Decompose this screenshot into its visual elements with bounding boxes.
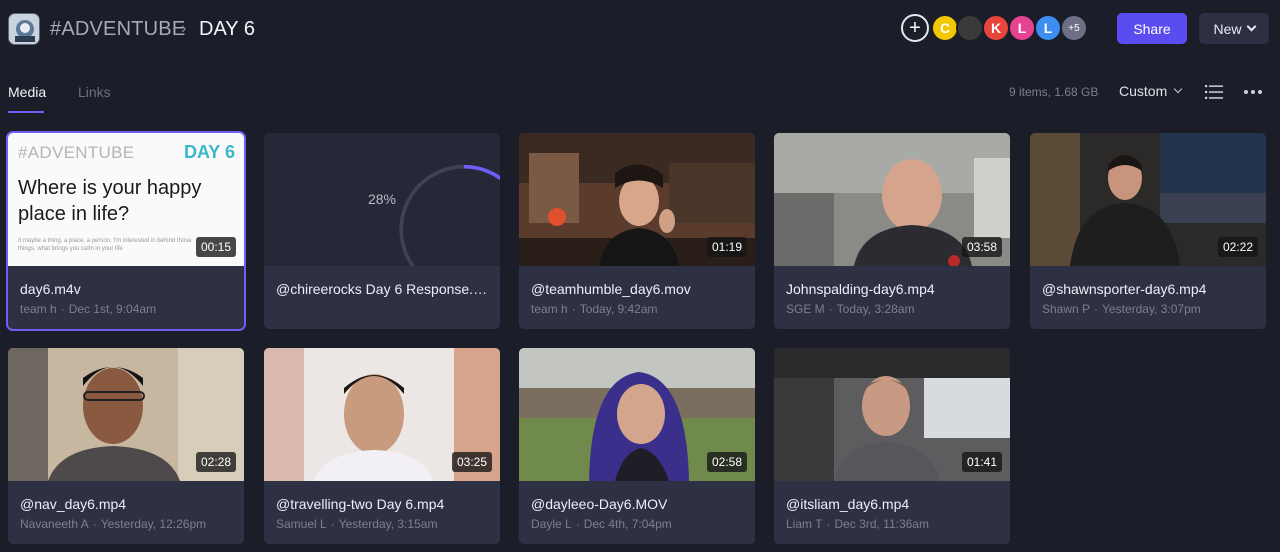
list-view-icon[interactable]: [1205, 84, 1223, 100]
duration-badge: 01:19: [706, 237, 747, 257]
breadcrumb-chevron-icon: ›: [181, 20, 187, 37]
avatar[interactable]: L: [1008, 14, 1036, 42]
video-thumbnail: 01:41: [774, 348, 1010, 481]
media-card[interactable]: 01:19 @teamhumble_day6.mov team h · Today,…: [519, 133, 755, 329]
file-name: @teamhumble_day6.mov: [531, 281, 691, 297]
project-logo[interactable]: [8, 13, 40, 45]
sort-dropdown[interactable]: Custom: [1119, 83, 1183, 99]
duration-badge: 01:41: [961, 452, 1002, 472]
video-thumbnail: 03:58: [774, 133, 1010, 266]
uploader: team h: [20, 302, 57, 316]
file-meta: SGE M · Today, 3:28am: [786, 302, 915, 316]
duration-badge: 02:28: [195, 452, 236, 472]
new-button[interactable]: New: [1199, 13, 1269, 44]
duration-badge: 00:15: [195, 237, 236, 257]
meta-separator: ·: [1094, 302, 1099, 316]
file-meta: Navaneeth A · Yesterday, 12:26pm: [20, 517, 206, 531]
top-bar: #ADVENTUBE › DAY 6 + C K L L +5 Share Ne…: [0, 0, 1280, 58]
file-name: @shawnsporter-day6.mp4: [1042, 281, 1207, 297]
chevron-down-icon: [1246, 21, 1256, 32]
upload-date: Dec 1st, 9:04am: [68, 302, 157, 316]
file-meta: team h · Dec 1st, 9:04am: [20, 302, 156, 316]
breadcrumb-current-folder: DAY 6: [199, 18, 255, 40]
uploader: Liam T: [786, 517, 823, 531]
meta-separator: ·: [826, 517, 831, 531]
file-meta: team h · Today, 9:42am: [531, 302, 658, 316]
meta-separator: ·: [60, 302, 65, 316]
media-card[interactable]: 28% @chireerocks Day 6 Response.mp4: [264, 133, 500, 329]
file-name: day6.m4v: [20, 281, 81, 297]
chevron-down-icon: [1173, 84, 1183, 94]
thumbnail-day: DAY 6: [183, 142, 235, 162]
tab-media[interactable]: Media: [8, 84, 46, 100]
active-tab-indicator: [8, 111, 44, 113]
avatar[interactable]: K: [982, 14, 1010, 42]
meta-separator: ·: [828, 302, 833, 316]
upload-date: Today, 3:28am: [836, 302, 915, 316]
upload-date: Dec 4th, 7:04pm: [583, 517, 672, 531]
media-card[interactable]: 02:28 @nav_day6.mp4 Navaneeth A · Yesterda…: [8, 348, 244, 544]
upload-date: Today, 9:42am: [579, 302, 658, 316]
file-name: @chireerocks Day 6 Response.mp4: [276, 281, 488, 297]
meta-separator: ·: [575, 517, 580, 531]
uploader: team h: [531, 302, 568, 316]
file-meta: Liam T · Dec 3rd, 11:36am: [786, 517, 929, 531]
uploader: SGE M: [786, 302, 825, 316]
file-name: @nav_day6.mp4: [20, 496, 127, 512]
duration-badge: 03:58: [961, 237, 1002, 257]
upload-date: Dec 3rd, 11:36am: [834, 517, 929, 531]
upload-date: Yesterday, 3:07pm: [1102, 302, 1201, 316]
uploader: Navaneeth A: [20, 517, 89, 531]
breadcrumb-project[interactable]: #ADVENTUBE: [50, 18, 185, 41]
file-meta: Dayle L · Dec 4th, 7:04pm: [531, 517, 672, 531]
view-toolbar: Media Links 9 items, 1.68 GB Custom: [0, 76, 1280, 116]
share-button[interactable]: Share: [1117, 13, 1187, 44]
file-meta: Shawn P · Yesterday, 3:07pm: [1042, 302, 1201, 316]
media-card[interactable]: 03:58 Johnspalding-day6.mp4 SGE M · Today,…: [774, 133, 1010, 329]
avatar[interactable]: [956, 14, 984, 42]
video-thumbnail: 02:28: [8, 348, 244, 481]
uploader: Dayle L: [531, 517, 572, 531]
duration-badge: 03:25: [451, 452, 492, 472]
add-member-button[interactable]: +: [901, 14, 929, 42]
video-thumbnail: 02:22: [1030, 133, 1266, 266]
thumbnail-question: Where is your happy place in life?: [18, 177, 202, 225]
file-name: @travelling-two Day 6.mp4: [276, 496, 445, 512]
video-thumbnail: 02:58: [519, 348, 755, 481]
media-card[interactable]: 02:58 @dayleeo-Day6.MOV Dayle L · Dec 4th,…: [519, 348, 755, 544]
uploader: Samuel L: [276, 517, 327, 531]
upload-progress-label: 28%: [367, 191, 397, 207]
upload-progress-ring: [399, 164, 500, 266]
upload-placeholder: 28%: [264, 133, 500, 266]
file-name: @dayleeo-Day6.MOV: [531, 496, 668, 512]
video-thumbnail: #ADVENTUBE DAY 6 Where is your happy pla…: [8, 133, 244, 266]
meta-separator: ·: [330, 517, 335, 531]
meta-separator: ·: [92, 517, 97, 531]
media-card[interactable]: 01:41 @itsliam_day6.mp4 Liam T · Dec 3rd, …: [774, 348, 1010, 544]
sort-label: Custom: [1119, 83, 1168, 99]
file-name: Johnspalding-day6.mp4: [786, 281, 935, 297]
duration-badge: 02:58: [706, 452, 747, 472]
more-members-badge[interactable]: +5: [1060, 14, 1088, 42]
media-card[interactable]: #ADVENTUBE DAY 6 Where is your happy pla…: [8, 133, 244, 329]
video-thumbnail: 03:25: [264, 348, 500, 481]
uploader: Shawn P: [1042, 302, 1091, 316]
duration-badge: 02:22: [1217, 237, 1258, 257]
upload-date: Yesterday, 3:15am: [338, 517, 438, 531]
meta-separator: ·: [571, 302, 576, 316]
video-thumbnail: 01:19: [519, 133, 755, 266]
new-button-label: New: [1213, 20, 1242, 37]
items-summary: 9 items, 1.68 GB: [1009, 85, 1099, 99]
thumbnail-small-text: It maybe a thing, a place, a person, I'm…: [18, 238, 192, 252]
upload-date: Yesterday, 12:26pm: [100, 517, 207, 531]
thumbnail-tag: #ADVENTUBE: [18, 143, 135, 162]
media-card[interactable]: 03:25 @travelling-two Day 6.mp4 Samuel L…: [264, 348, 500, 544]
avatar[interactable]: C: [931, 14, 959, 42]
more-options-icon[interactable]: [1243, 84, 1263, 100]
file-name: @itsliam_day6.mp4: [786, 496, 910, 512]
tab-links[interactable]: Links: [78, 84, 111, 100]
media-card[interactable]: 02:22 @shawnsporter-day6.mp4 Shawn P · Yes…: [1030, 133, 1266, 329]
avatar[interactable]: L: [1034, 14, 1062, 42]
file-meta: Samuel L · Yesterday, 3:15am: [276, 517, 437, 531]
